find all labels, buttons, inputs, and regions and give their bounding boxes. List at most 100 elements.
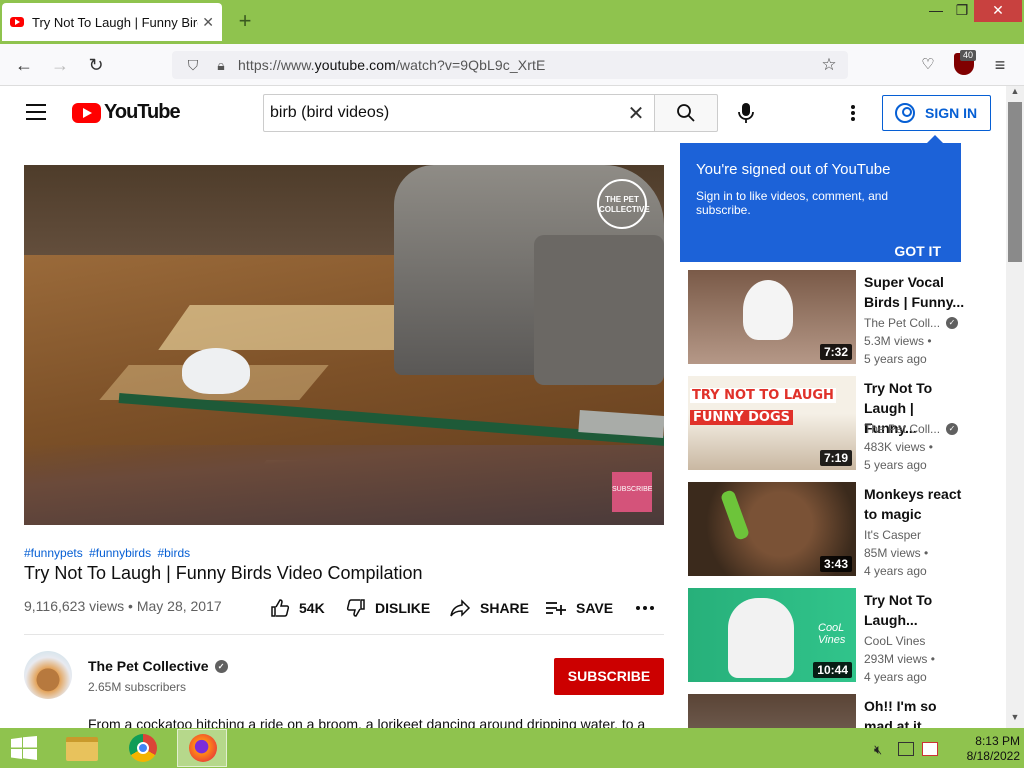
- address-bar[interactable]: ⛉ 🔒︎ https://www.youtube.com/watch?v=9Qb…: [172, 51, 848, 79]
- back-icon[interactable]: ←: [11, 52, 37, 78]
- recommended-channel[interactable]: CooL Vines: [864, 634, 925, 648]
- tracking-shield-icon[interactable]: ⛉: [182, 57, 204, 74]
- video-thumbnail[interactable]: TRY NOT TO LAUGH FUNNY DOGS 7:19: [688, 376, 856, 470]
- url-path: /watch?v=9QbL9c_XrtE: [395, 57, 546, 73]
- subscribe-button[interactable]: SUBSCRIBE: [554, 658, 664, 695]
- sign-in-button[interactable]: SIGN IN: [882, 95, 991, 131]
- recommended-views: 293M views •: [864, 652, 935, 666]
- verified-icon: ✓: [946, 317, 959, 329]
- search-value[interactable]: birb (bird videos): [270, 104, 618, 122]
- recommended-views: 85M views •: [864, 546, 929, 560]
- chrome-icon[interactable]: [118, 729, 168, 767]
- scroll-up-icon[interactable]: ▲: [1006, 86, 1024, 100]
- dislike-button[interactable]: DISLIKE: [346, 597, 430, 619]
- channel-name-text[interactable]: The Pet Collective: [88, 658, 209, 674]
- recommended-title[interactable]: Super Vocal Birds | Funny...: [864, 272, 968, 312]
- got-it-button[interactable]: GOT IT: [696, 243, 941, 259]
- cockatoo-thumb: [743, 280, 793, 340]
- signed-out-tooltip: You're signed out of YouTube Sign in to …: [680, 135, 961, 262]
- youtube-logo[interactable]: YouTube: [72, 101, 181, 124]
- recommended-video[interactable]: 3:43 Monkeys react to magic It's Casper …: [688, 482, 968, 578]
- tab-close-icon[interactable]: ✕: [202, 14, 214, 31]
- bookmark-star-icon[interactable]: ☆: [816, 55, 842, 75]
- recommended-age: 5 years ago: [864, 458, 927, 472]
- save-label: SAVE: [576, 600, 614, 616]
- cockatoo-bird: [182, 348, 250, 394]
- pocket-icon[interactable]: ♡: [915, 52, 941, 78]
- new-tab-icon[interactable]: +: [232, 8, 258, 34]
- hashtag-link[interactable]: #funnybirds: [89, 546, 151, 560]
- recommended-title[interactable]: Oh!! I'm so mad at it mom!!: [864, 696, 968, 728]
- reload-icon[interactable]: ↻: [83, 52, 109, 78]
- hashtag-link[interactable]: #funnypets: [24, 546, 83, 560]
- window-close-icon[interactable]: ✕: [974, 0, 1022, 22]
- clear-search-icon[interactable]: ✕: [618, 101, 654, 126]
- recommended-age: 5 years ago: [864, 352, 927, 366]
- verified-icon: ✓: [946, 423, 959, 435]
- recommended-views: 5.3M views •: [864, 334, 932, 348]
- recommended-video[interactable]: TRY NOT TO LAUGH FUNNY DOGS 7:19 Try Not…: [688, 376, 968, 472]
- video-thumbnail[interactable]: 3:43: [688, 482, 856, 576]
- clock-time: 8:13 PM: [975, 734, 1020, 748]
- video-duration: 7:32: [819, 344, 852, 360]
- recommended-title[interactable]: Monkeys react to magic: [864, 484, 968, 524]
- save-button[interactable]: SAVE: [545, 597, 613, 619]
- volume-muted-icon[interactable]: 🔇︎: [874, 742, 882, 758]
- share-icon: [450, 599, 471, 617]
- tooltip-title: You're signed out of YouTube: [696, 161, 891, 178]
- file-explorer-icon[interactable]: [57, 729, 107, 767]
- video-thumbnail[interactable]: [688, 694, 856, 728]
- video-thumbnail[interactable]: 7:32: [688, 270, 856, 364]
- recommended-video[interactable]: CooL Vines 10:44 Try Not To Laugh... Coo…: [688, 588, 968, 684]
- armchair-side: [534, 235, 664, 385]
- hamburger-menu-icon[interactable]: [26, 104, 46, 120]
- channel-name[interactable]: The Pet Collective ✓: [88, 658, 228, 674]
- recommended-channel-name: The Pet Coll...: [864, 316, 941, 330]
- search-button[interactable]: [654, 94, 718, 132]
- video-thumbnail[interactable]: CooL Vines 10:44: [688, 588, 856, 682]
- system-clock[interactable]: 8:13 PM 8/18/2022: [940, 734, 1020, 764]
- firefox-icon[interactable]: [177, 729, 227, 767]
- browser-tab[interactable]: Try Not To Laugh | Funny Birds Video Com…: [2, 3, 222, 41]
- start-windows-icon[interactable]: [10, 736, 38, 760]
- action-center-icon[interactable]: [922, 742, 938, 756]
- like-button[interactable]: 54K: [270, 597, 325, 619]
- hashtag-link[interactable]: #birds: [157, 546, 190, 560]
- settings-more-icon[interactable]: [846, 102, 860, 124]
- video-title: Try Not To Laugh | Funny Birds Video Com…: [24, 563, 423, 583]
- forward-icon[interactable]: →: [47, 52, 73, 78]
- thumb-text: CooL Vines: [818, 622, 846, 646]
- tooltip-body: Sign in to like videos, comment, and sub…: [696, 189, 889, 217]
- recommended-video[interactable]: Oh!! I'm so mad at it mom!!: [688, 694, 968, 728]
- menu-icon[interactable]: ≡: [987, 52, 1013, 78]
- thumb-text: FUNNY DOGS: [690, 410, 794, 425]
- thumbs-up-icon: [271, 599, 290, 617]
- recommended-video[interactable]: 7:32 Super Vocal Birds | Funny... The Pe…: [688, 270, 968, 366]
- thumb-text: TRY NOT TO LAUGH: [690, 388, 836, 403]
- scroll-down-icon[interactable]: ▼: [1006, 712, 1024, 726]
- url-prefix: https://www.: [238, 57, 315, 73]
- lock-icon[interactable]: 🔒︎: [210, 57, 232, 74]
- recommended-channel[interactable]: It's Casper: [864, 528, 921, 542]
- extension-badge: 40: [960, 50, 977, 61]
- video-player[interactable]: THE PET COLLECTIVE SUBSCRIBE: [24, 165, 664, 525]
- search-input[interactable]: birb (bird videos) ✕: [263, 94, 655, 132]
- pet-collective-watermark: THE PET COLLECTIVE: [597, 179, 650, 229]
- video-duration: 7:19: [819, 450, 852, 466]
- recommended-title[interactable]: Try Not To Laugh...: [864, 590, 968, 630]
- share-button[interactable]: SHARE: [449, 597, 529, 619]
- channel-avatar[interactable]: [24, 651, 72, 699]
- recommended-age: 4 years ago: [864, 564, 927, 578]
- youtube-wordmark: YouTube: [104, 101, 181, 123]
- recommended-channel[interactable]: The Pet Coll... ✓: [864, 422, 959, 436]
- scrollbar-thumb[interactable]: [1008, 102, 1022, 262]
- share-label: SHARE: [480, 600, 530, 616]
- recommended-channel[interactable]: The Pet Coll... ✓: [864, 316, 959, 330]
- clock-date: 8/18/2022: [966, 749, 1020, 763]
- verified-icon: ✓: [214, 659, 228, 673]
- voice-search-icon[interactable]: [736, 102, 756, 124]
- url-text[interactable]: https://www.youtube.com/watch?v=9QbL9c_X…: [238, 57, 816, 73]
- subscribe-watermark[interactable]: SUBSCRIBE: [612, 472, 652, 512]
- more-actions-icon[interactable]: [636, 597, 663, 619]
- network-icon[interactable]: [898, 742, 914, 756]
